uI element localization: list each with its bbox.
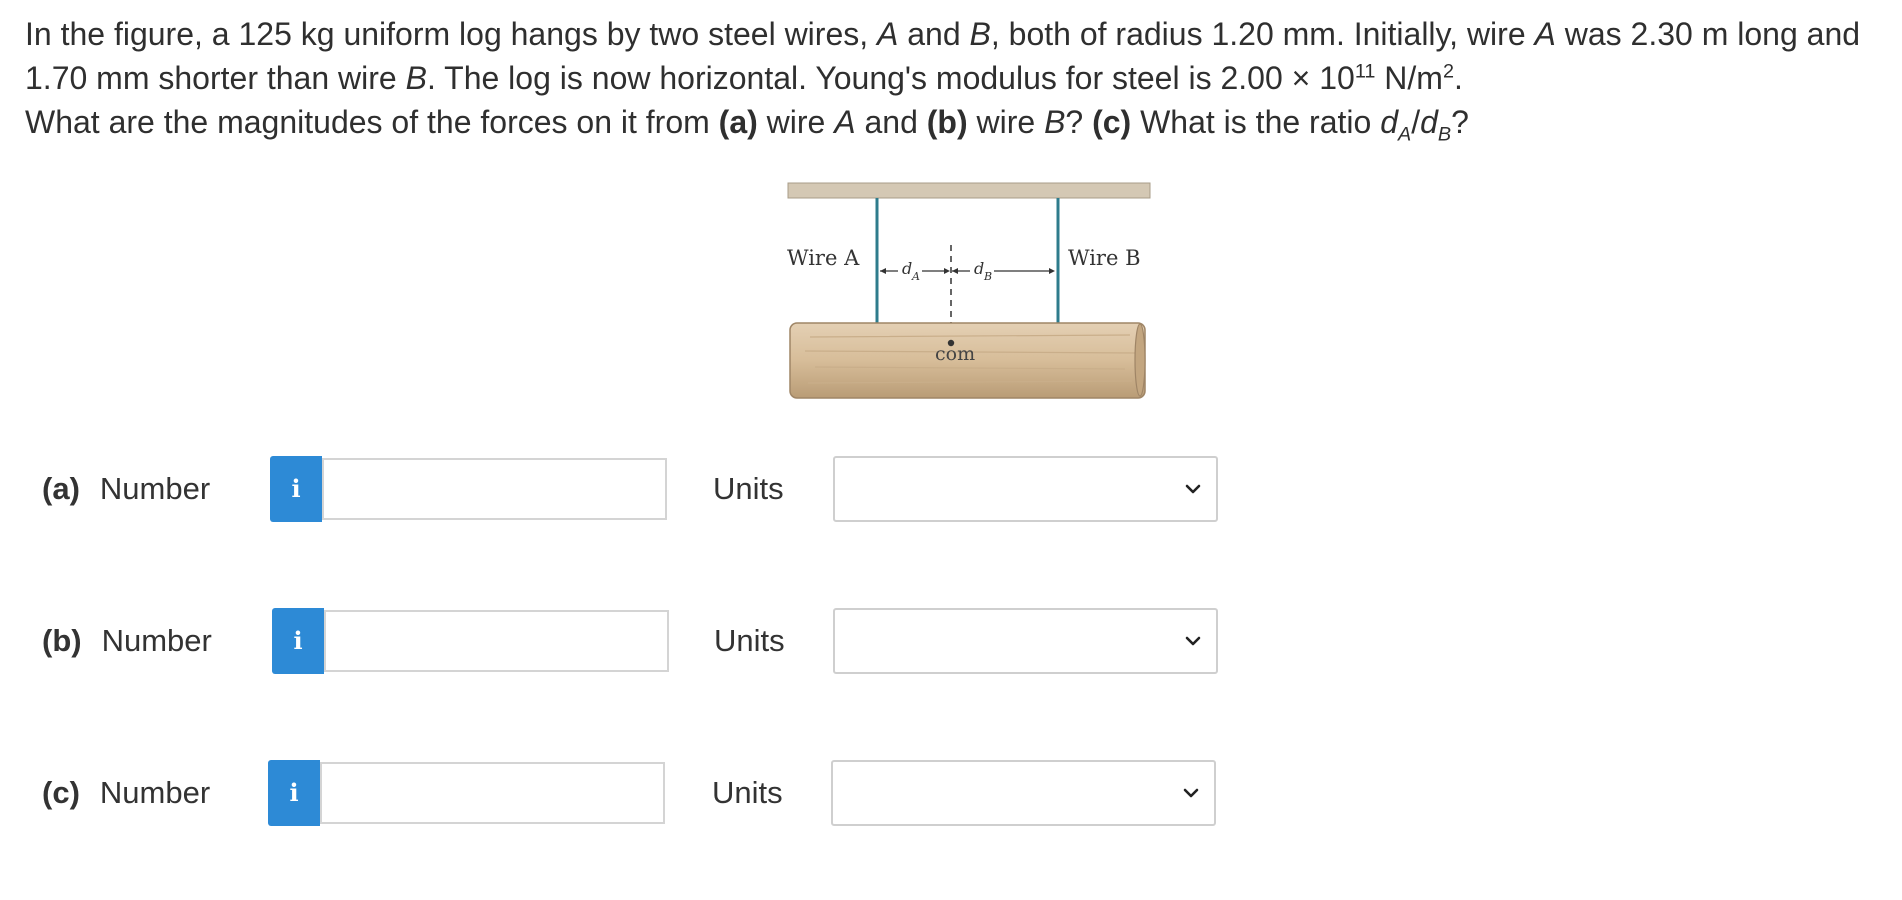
com-label: com bbox=[935, 343, 975, 365]
answer-label-b: (b) Number bbox=[42, 623, 212, 658]
distance-d-a: d A bbox=[880, 259, 950, 283]
log-wires-figure: Wire A Wire B d A d B com bbox=[770, 175, 1170, 415]
number-input-c[interactable] bbox=[320, 762, 665, 824]
svg-text:d: d bbox=[902, 259, 912, 278]
chevron-down-icon bbox=[1185, 484, 1201, 494]
answer-label-a: (a) Number bbox=[42, 471, 211, 506]
answer-row-c: (c) Number i Units bbox=[0, 760, 1300, 830]
problem-text-line-1: In the figure, a 125 kg uniform log hang… bbox=[25, 16, 1861, 96]
info-icon-b[interactable]: i bbox=[272, 608, 324, 674]
chevron-down-icon bbox=[1185, 636, 1201, 646]
number-input-a[interactable] bbox=[322, 458, 667, 520]
answer-label-c: (c) Number bbox=[42, 775, 211, 810]
wire-b-label: Wire B bbox=[1068, 246, 1141, 270]
units-label-c: Units bbox=[712, 775, 783, 810]
units-label-a: Units bbox=[713, 471, 784, 506]
info-icon-c[interactable]: i bbox=[268, 760, 320, 826]
svg-text:A: A bbox=[911, 270, 920, 283]
wire-a-label: Wire A bbox=[787, 246, 860, 270]
answer-row-b: (b) Number i Units bbox=[0, 608, 1300, 678]
number-input-b[interactable] bbox=[324, 610, 669, 672]
chevron-down-icon bbox=[1183, 788, 1199, 798]
svg-text:d: d bbox=[974, 259, 984, 278]
ceiling-beam bbox=[787, 182, 1151, 199]
answer-row-a: (a) Number i Units bbox=[0, 456, 1300, 526]
units-select-b[interactable] bbox=[833, 608, 1218, 674]
units-select-c[interactable] bbox=[831, 760, 1216, 826]
problem-statement: In the figure, a 125 kg uniform log hang… bbox=[25, 12, 1885, 144]
units-select-a[interactable] bbox=[833, 456, 1218, 522]
problem-text-line-2: What are the magnitudes of the forces on… bbox=[25, 104, 1469, 146]
units-label-b: Units bbox=[714, 623, 785, 658]
distance-d-b: d B bbox=[952, 259, 1055, 283]
svg-text:B: B bbox=[983, 270, 992, 283]
info-icon-a[interactable]: i bbox=[270, 456, 322, 522]
